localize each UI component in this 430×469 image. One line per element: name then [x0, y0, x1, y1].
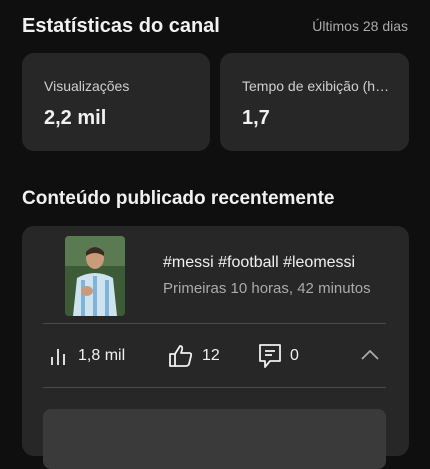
video-title[interactable]: #messi #football #leomessi: [163, 254, 385, 272]
metric-views: 1,8 mil: [48, 343, 125, 369]
stat-value: 1,7: [242, 107, 270, 129]
stat-label: Tempo de exibição (horas): [242, 78, 391, 94]
stat-value: 2,2 mil: [44, 107, 107, 129]
stat-card-views[interactable]: Visualizações 2,2 mil: [22, 53, 210, 151]
metric-comments: 0: [258, 343, 299, 369]
metric-likes: 12: [168, 343, 220, 369]
thumbs-up-icon: [168, 344, 194, 368]
likes-count: 12: [202, 347, 220, 364]
bar-chart-icon: [48, 345, 70, 367]
divider: [43, 387, 386, 388]
views-count: 1,8 mil: [78, 347, 126, 364]
collapse-button[interactable]: [358, 345, 382, 369]
page-title: Estatísticas do canal: [22, 14, 220, 37]
stat-label: Visualizações: [44, 78, 130, 94]
divider: [43, 323, 386, 324]
chevron-up-icon: [360, 348, 380, 366]
comments-count: 0: [290, 347, 299, 364]
recent-video-card[interactable]: #messi #football #leomessi Primeiras 10 …: [22, 226, 409, 469]
section-title: Conteúdo publicado recentemente: [22, 188, 335, 209]
header: Estatísticas do canal Últimos 28 dias: [22, 12, 408, 40]
video-thumbnail[interactable]: [65, 236, 125, 316]
stat-card-watch-time[interactable]: Tempo de exibição (horas) 1,7: [220, 53, 409, 151]
video-subtitle: Primeiras 10 horas, 42 minutos: [163, 280, 371, 297]
details-panel: [43, 409, 386, 469]
period-selector[interactable]: Últimos 28 dias: [312, 18, 408, 34]
comment-icon: [258, 343, 282, 369]
